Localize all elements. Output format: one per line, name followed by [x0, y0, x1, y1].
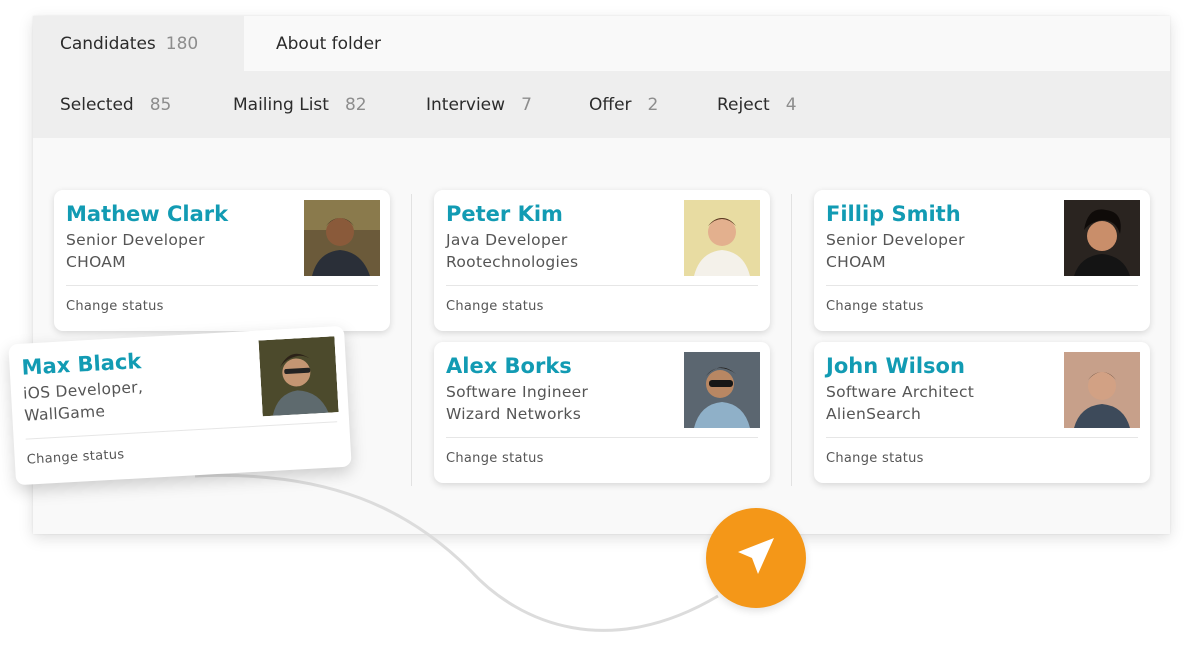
drag-path [194, 473, 719, 632]
avatar [258, 336, 339, 417]
send-button[interactable] [706, 508, 806, 608]
send-arrow-icon [732, 532, 780, 584]
change-status-link[interactable]: Change status [26, 447, 124, 467]
dragged-candidate-card[interactable]: Max Black iOS Developer, WallGame Change… [8, 325, 352, 486]
